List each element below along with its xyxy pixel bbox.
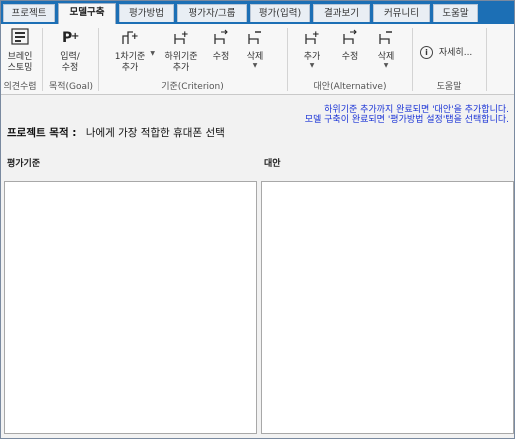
ribbon-separator <box>98 28 99 91</box>
add-alternative-button[interactable]: + 추가 ▼ <box>298 28 326 69</box>
goal-label-1: 입력/ <box>60 52 80 62</box>
tab-results[interactable]: 결과보기 <box>313 4 370 22</box>
help-details-button[interactable]: i 자세히... <box>420 46 480 59</box>
goal-label-2: 수정 <box>61 63 79 73</box>
project-goal: 프로젝트 목적 : 나에게 가장 적합한 휴대폰 선택 <box>7 125 225 140</box>
delete-criterion-button[interactable]: 삭제 ▼ <box>241 28 269 69</box>
edit-criterion-icon <box>207 28 235 50</box>
ribbon-separator <box>486 28 487 91</box>
tab-project[interactable]: 프로젝트 <box>3 4 55 22</box>
goal-edit-button[interactable]: P + 입력/ 수정 <box>52 28 88 74</box>
info-icon: i <box>420 46 433 59</box>
alternatives-title: 대안 <box>264 159 281 169</box>
tab-eval-method[interactable]: 평가방법 <box>119 4 174 22</box>
tab-bar: 프로젝트 모델구축 평가방법 평가자/그룹 평가(입력) 결과보기 커뮤니티 도… <box>0 0 515 24</box>
edit-alternative-icon <box>336 28 364 50</box>
chevron-down-icon: ▼ <box>383 62 389 69</box>
ribbon-separator <box>287 28 288 91</box>
criteria-title: 평가기준 <box>7 159 41 169</box>
brainstorm-icon <box>3 28 37 50</box>
add-sub-criterion-icon: + <box>160 28 202 50</box>
svg-text:+: + <box>181 30 189 40</box>
tab-help[interactable]: 도움말 <box>433 4 478 22</box>
tab-model-build[interactable]: 모델구축 <box>58 3 116 24</box>
add-alternative-icon: + <box>298 28 326 50</box>
criteria-tree-panel[interactable] <box>4 181 257 434</box>
add-sub-criterion-label-1: 하위기준 <box>164 52 198 62</box>
add-alternative-label: 추가 <box>303 52 321 62</box>
instruction-hint: 하위기준 추가까지 완료되면 '대안'을 추가합니다. 모델 구축이 완료되면 … <box>305 105 509 125</box>
group-label-opinion: 의견수렴 <box>3 82 37 92</box>
delete-criterion-icon <box>241 28 269 50</box>
brainstorm-button[interactable]: 브레인 스토밍 <box>3 28 37 74</box>
delete-alternative-button[interactable]: 삭제 ▼ <box>372 28 400 69</box>
group-label-alternative: 대안(Alternative) <box>313 82 387 92</box>
add-first-criterion-button[interactable]: + 1차기준 추가 ▼ <box>108 28 155 74</box>
group-label-help: 도움말 <box>436 82 462 92</box>
edit-alternative-button[interactable]: 수정 <box>336 28 364 63</box>
chevron-down-icon: ▼ <box>309 62 315 69</box>
main-content: 하위기준 추가까지 완료되면 '대안'을 추가합니다. 모델 구축이 완료되면 … <box>0 95 515 439</box>
edit-criterion-button[interactable]: 수정 <box>207 28 235 63</box>
delete-criterion-label: 삭제 <box>246 52 264 62</box>
edit-criterion-label: 수정 <box>212 52 230 62</box>
tab-evaluation-input[interactable]: 평가(입력) <box>250 4 310 22</box>
group-label-criterion: 기준(Criterion) <box>161 82 224 92</box>
add-first-criterion-label-2: 추가 <box>121 63 139 73</box>
ribbon-separator <box>412 28 413 91</box>
svg-text:+: + <box>312 30 320 40</box>
hint-line-2: 모델 구축이 완료되면 '평가방법 설정'탭을 선택합니다. <box>304 115 509 125</box>
ribbon-separator <box>42 28 43 91</box>
brainstorm-label-2: 스토밍 <box>7 63 33 73</box>
tab-evaluator-group[interactable]: 평가자/그룹 <box>177 4 247 22</box>
add-first-criterion-label-1: 1차기준 <box>114 52 146 62</box>
add-sub-criterion-label-2: 추가 <box>172 63 190 73</box>
add-sub-criterion-button[interactable]: + 하위기준 추가 <box>160 28 202 74</box>
help-details-label: 자세히... <box>438 48 473 58</box>
goal-label: 프로젝트 목적 : <box>7 127 77 139</box>
delete-alternative-icon <box>372 28 400 50</box>
edit-alternative-label: 수정 <box>341 52 359 62</box>
svg-text:+: + <box>71 31 79 42</box>
brainstorm-label-1: 브레인 <box>7 52 33 62</box>
svg-text:+: + <box>131 32 139 42</box>
delete-alternative-label: 삭제 <box>377 52 395 62</box>
alternatives-list-panel[interactable] <box>261 181 514 434</box>
chevron-down-icon: ▼ <box>252 62 258 69</box>
chevron-down-icon: ▼ <box>150 50 155 57</box>
hint-line-1: 하위기준 추가까지 완료되면 '대안'을 추가합니다. <box>324 105 509 115</box>
add-criterion-icon: + <box>108 28 152 50</box>
goal-value: 나에게 가장 적합한 휴대폰 선택 <box>85 127 225 139</box>
tab-community[interactable]: 커뮤니티 <box>373 4 430 22</box>
group-label-goal: 목적(Goal) <box>48 82 94 92</box>
ribbon: 브레인 스토밍 의견수렴 P + 입력/ 수정 목적(Goal) + 1차기준 … <box>0 24 515 95</box>
goal-plus-icon: P + <box>52 28 88 50</box>
